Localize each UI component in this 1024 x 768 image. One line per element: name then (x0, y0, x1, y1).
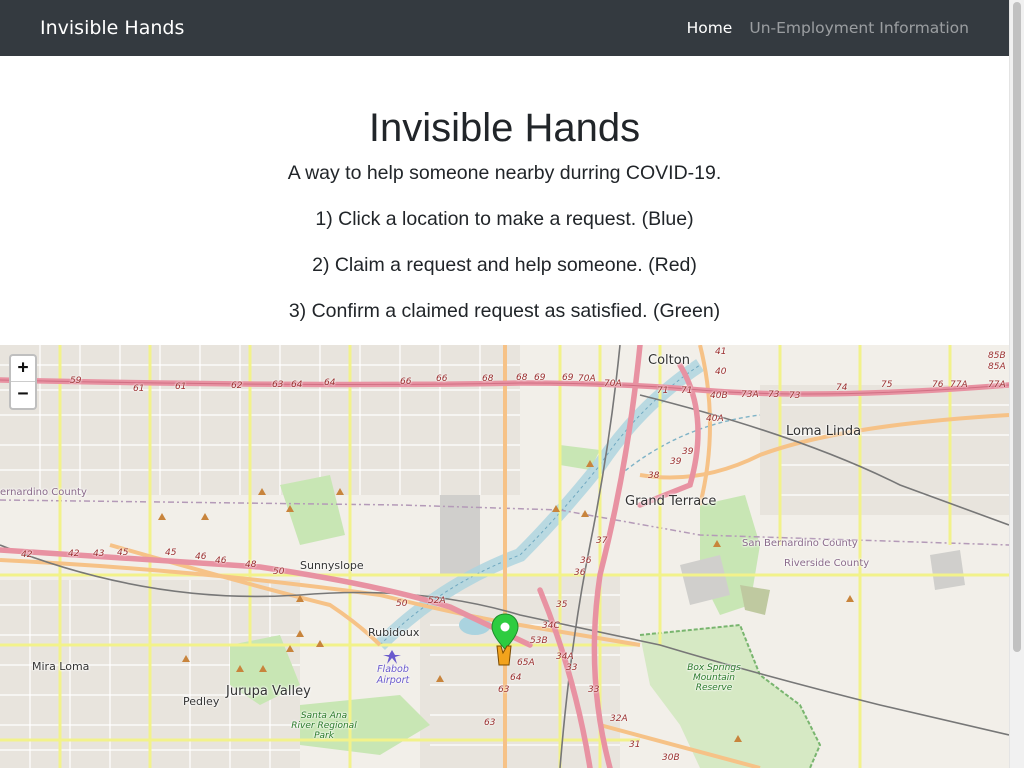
exit-label: 68 (516, 373, 528, 383)
exit-label: 35 (556, 600, 568, 610)
exit-label: 69 (562, 373, 574, 383)
exit-label: 63 (272, 380, 284, 390)
page-title: Invisible Hands (368, 106, 641, 150)
exit-label: 50 (396, 599, 408, 609)
exit-label: 64 (291, 380, 303, 390)
zoom-control: + − (9, 354, 37, 410)
place-colton: Colton (648, 353, 690, 368)
county-riverside: Riverside County (784, 558, 870, 569)
exit-label: 70A (578, 374, 596, 384)
exit-label: 40A (706, 414, 724, 424)
exit-label: 77A (988, 380, 1006, 390)
navbar: Invisible Hands Home Un-Employment Infor… (0, 0, 1009, 56)
exit-label: 41 (715, 347, 727, 357)
exit-label: 63 (498, 685, 510, 695)
exit-label: 66 (400, 377, 412, 387)
exit-label: 39 (682, 447, 694, 457)
county-san-bernardino: San Bernardino County (742, 538, 858, 549)
exit-label: 85A (988, 362, 1006, 372)
exit-label: 40B (710, 391, 728, 401)
exit-label: 66 (436, 374, 448, 384)
subtitle: A way to help someone nearby durring COV… (287, 162, 722, 184)
exit-label: 45 (165, 548, 177, 558)
exit-label: 40 (715, 367, 727, 377)
scrollbar-thumb[interactable] (1013, 2, 1021, 652)
exit-label: 46 (215, 556, 227, 566)
nav-home-link[interactable]: Home (687, 19, 733, 37)
exit-label: 42 (21, 550, 33, 560)
exit-label: 76 (932, 380, 944, 390)
exit-label: 48 (245, 560, 257, 570)
brand-link[interactable]: Invisible Hands (40, 17, 670, 39)
exit-label: 42 (68, 549, 80, 559)
exit-label: 61 (175, 382, 187, 392)
page: Invisible Hands Home Un-Employment Infor… (0, 0, 1024, 768)
hero-section: Invisible Hands A way to help someone ne… (0, 56, 1009, 345)
exit-label: 61 (133, 384, 145, 394)
place-mira-loma: Mira Loma (32, 660, 90, 673)
exit-label: 38 (648, 471, 660, 481)
exit-label: 62 (231, 381, 243, 391)
exit-label: 52A (428, 596, 446, 606)
exit-label: 64 (510, 673, 522, 683)
place-sunnyslope: Sunnyslope (300, 559, 364, 572)
park-box-springs: Box Springs Mountain Reserve (687, 663, 741, 693)
exit-label: 32A (610, 714, 628, 724)
exit-label: 71 (657, 386, 669, 396)
place-grand-terrace: Grand Terrace (625, 494, 717, 509)
exit-label: 64 (324, 378, 336, 388)
exit-label: 45 (117, 548, 129, 558)
exit-label: 70A (604, 379, 622, 389)
step-2: 2) Claim a request and help someone. (Re… (312, 254, 697, 276)
exit-label: 33 (566, 663, 578, 673)
place-jurupa-valley: Jurupa Valley (226, 684, 311, 699)
airport-flabob: Flabob Airport (376, 664, 410, 686)
zoom-in-button[interactable]: + (11, 356, 35, 382)
map-tiles[interactable] (0, 345, 1009, 768)
exit-label: 75 (881, 380, 893, 390)
exit-label: 34A (556, 652, 574, 662)
exit-label: 36 (574, 568, 586, 578)
step-3: 3) Confirm a claimed request as satisfie… (288, 300, 721, 322)
exit-label: 68 (482, 374, 494, 384)
exit-label: 37 (596, 536, 608, 546)
place-pedley: Pedley (183, 695, 220, 708)
exit-label: 63 (484, 718, 496, 728)
exit-label: 31 (629, 740, 641, 750)
exit-label: 77A (950, 380, 968, 390)
county-san-bernardino-west: ernardino County (0, 487, 87, 498)
exit-label: 74 (836, 383, 848, 393)
exit-label: 73 (768, 390, 780, 400)
exit-label: 30B (662, 753, 680, 763)
exit-label: 46 (195, 552, 207, 562)
zoom-out-button[interactable]: − (11, 382, 35, 408)
exit-label: 34C (542, 621, 560, 631)
exit-label: 85B (988, 351, 1006, 361)
scrollbar[interactable] (1009, 0, 1024, 768)
park-santa-ana-river: Santa Ana River Regional Park (291, 711, 357, 741)
exit-label: 59 (70, 376, 82, 386)
exit-label: 50 (273, 567, 285, 577)
nav-unemployment-link[interactable]: Un-Employment Information (749, 19, 969, 37)
exit-label: 53B (530, 636, 548, 646)
place-loma-linda: Loma Linda (786, 424, 862, 439)
exit-label: 71 (681, 386, 693, 396)
map[interactable]: + − Colton Loma Linda Grand Terrace Sunn… (0, 345, 1009, 768)
exit-label: 36 (580, 556, 592, 566)
place-rubidoux: Rubidoux (368, 626, 420, 639)
exit-label: 69 (534, 373, 546, 383)
exit-label: 43 (93, 549, 105, 559)
exit-label: 73A (741, 390, 759, 400)
exit-label: 73 (789, 391, 801, 401)
exit-label: 33 (588, 685, 600, 695)
exit-label: 39 (670, 457, 682, 467)
map-marker-green[interactable] (490, 613, 520, 673)
step-1: 1) Click a location to make a request. (… (315, 208, 694, 230)
